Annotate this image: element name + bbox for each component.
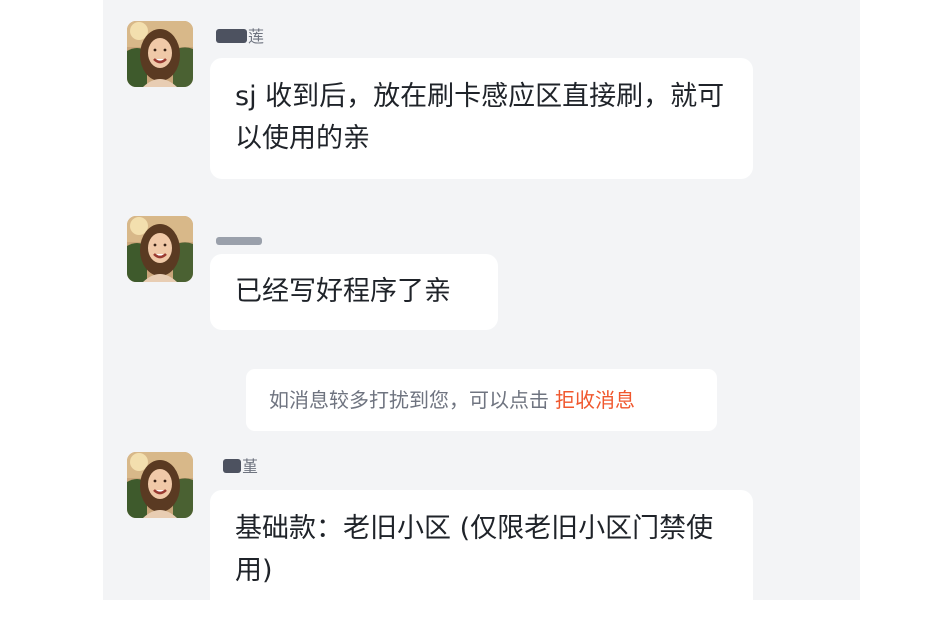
message-bubble[interactable]: 已经写好程序了亲: [210, 254, 498, 330]
sender-name: 莲: [216, 27, 265, 47]
sender-name: 堇: [223, 457, 259, 477]
message-bubble[interactable]: 基础款：老旧小区 (仅限老旧小区门禁使用): [210, 490, 753, 620]
refuse-messages-link[interactable]: 拒收消息: [555, 388, 635, 412]
avatar[interactable]: [127, 452, 193, 518]
avatar-photo-icon: [127, 21, 193, 87]
notice-text: 如消息较多打扰到您，可以点击: [269, 388, 549, 412]
redaction-mask: [216, 29, 247, 43]
message-bubble[interactable]: sj 收到后，放在刷卡感应区直接刷，就可以使用的亲: [210, 58, 753, 179]
message-text: 已经写好程序了亲: [235, 276, 451, 307]
avatar[interactable]: [127, 21, 193, 87]
redaction-mask: [216, 237, 262, 245]
avatar[interactable]: [127, 216, 193, 282]
avatar-photo-icon: [127, 216, 193, 282]
message-text: 基础款：老旧小区 (仅限老旧小区门禁使用): [235, 513, 714, 586]
avatar-photo-icon: [127, 452, 193, 518]
sender-name: [216, 229, 263, 249]
redaction-mask: [223, 459, 241, 473]
system-notice: 如消息较多打扰到您，可以点击 拒收消息: [246, 369, 717, 431]
message-text: sj 收到后，放在刷卡感应区直接刷，就可以使用的亲: [235, 81, 725, 154]
